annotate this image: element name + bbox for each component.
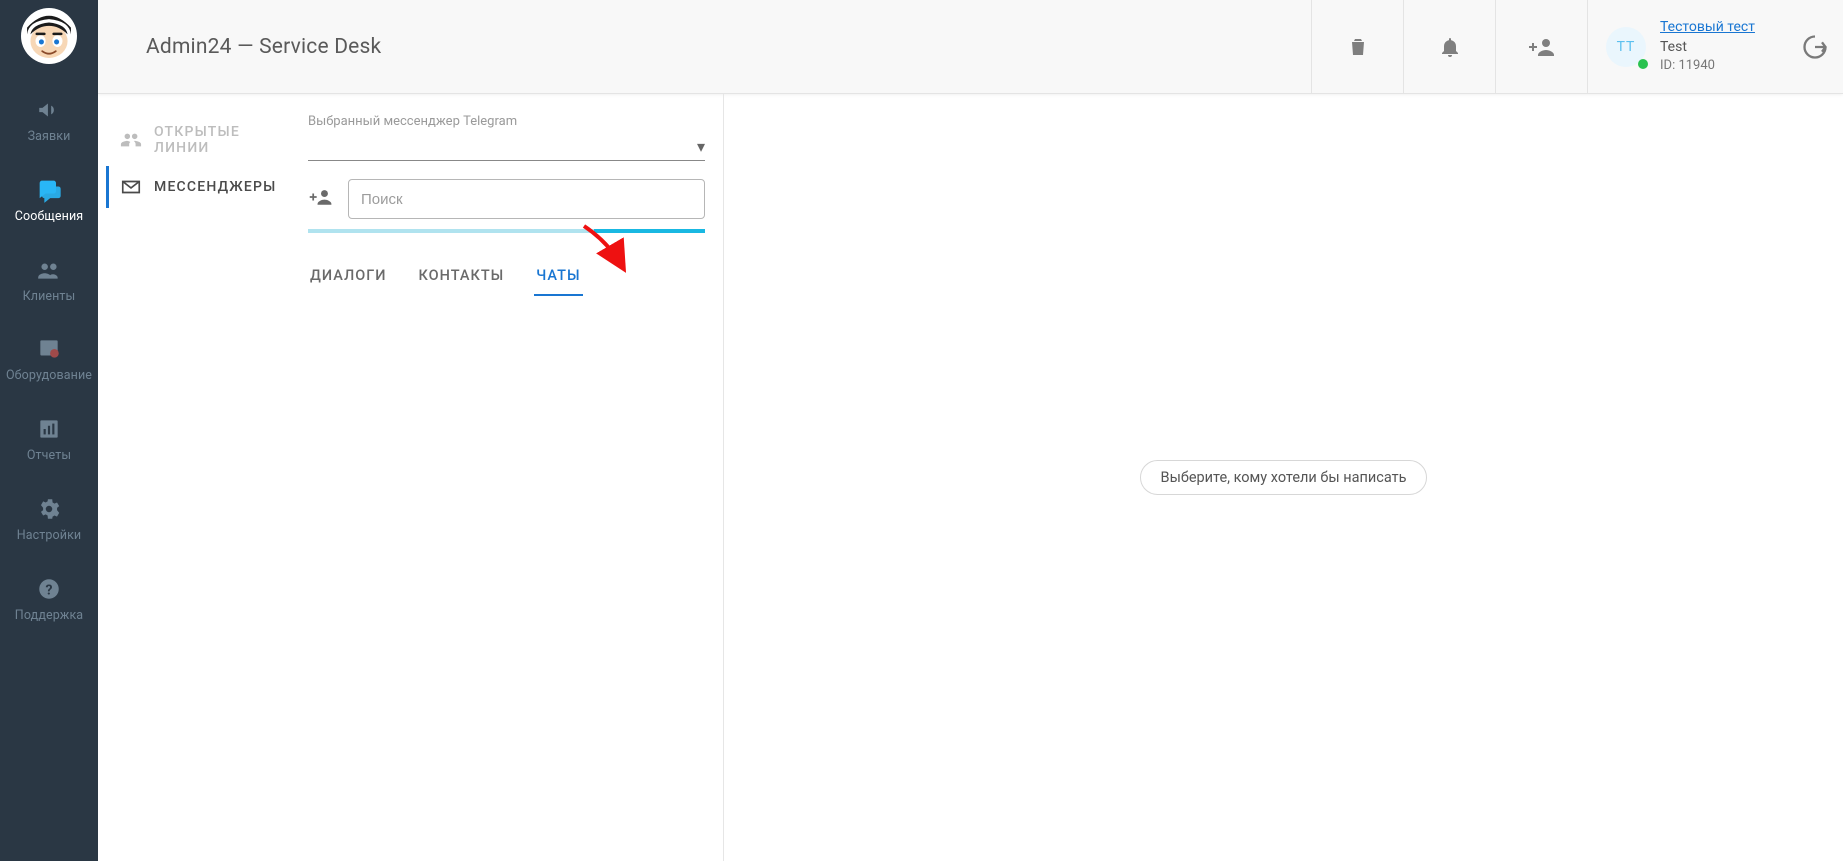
messenger-selector[interactable]: ▾ bbox=[308, 131, 705, 161]
channel-menu: ОТКРЫТЫЕ ЛИНИИ МЕССЕНДЖЕРЫ bbox=[98, 94, 308, 861]
add-user-button[interactable] bbox=[1495, 0, 1587, 94]
sidebar-item-label: Клиенты bbox=[23, 290, 76, 304]
search-input[interactable] bbox=[348, 179, 705, 219]
clients-icon bbox=[35, 256, 63, 284]
sidebar-item-clients[interactable]: Клиенты bbox=[0, 238, 98, 318]
avatar[interactable] bbox=[21, 8, 77, 64]
sidebar-item-label: Сообщения bbox=[15, 210, 83, 224]
add-contact-button[interactable] bbox=[308, 186, 334, 212]
svg-text:?: ? bbox=[45, 582, 52, 598]
channel-label: ОТКРЫТЫЕ ЛИНИИ bbox=[154, 124, 294, 156]
help-icon: ? bbox=[35, 575, 63, 603]
chat-area: Выберите, кому хотели бы написать bbox=[724, 94, 1843, 861]
user-avatar: ТТ bbox=[1606, 27, 1646, 67]
tab-chats[interactable]: ЧАТЫ bbox=[534, 261, 582, 296]
conversations-panel: Выбранный мессенджер Telegram ▾ ДИАЛОГИ … bbox=[308, 94, 724, 861]
loading-progress bbox=[308, 229, 705, 233]
gear-icon bbox=[35, 495, 63, 523]
sidebar-item-label: Отчеты bbox=[27, 449, 71, 463]
cartoon-face-icon bbox=[22, 9, 76, 63]
sidebar-item-label: Настройки bbox=[17, 529, 82, 543]
user-name-link[interactable]: Тестовый тест bbox=[1660, 17, 1755, 37]
online-status-dot bbox=[1638, 59, 1648, 69]
sidebar-item-tickets[interactable]: Заявки bbox=[0, 78, 98, 158]
sidebar-item-equipment[interactable]: Оборудование bbox=[0, 317, 98, 397]
person-add-icon bbox=[308, 186, 334, 208]
sidebar-item-settings[interactable]: Настройки bbox=[0, 477, 98, 557]
sidebar-item-messages[interactable]: Сообщения bbox=[0, 158, 98, 238]
chat-bubbles-icon bbox=[35, 176, 63, 204]
channel-label: МЕССЕНДЖЕРЫ bbox=[154, 179, 277, 195]
reports-icon bbox=[35, 415, 63, 443]
user-block[interactable]: ТТ Тестовый тест Test ID: 11940 bbox=[1587, 0, 1787, 94]
logout-button[interactable] bbox=[1787, 0, 1843, 94]
user-initials: ТТ bbox=[1617, 39, 1636, 55]
equipment-icon bbox=[35, 335, 63, 363]
person-add-icon bbox=[1527, 35, 1557, 59]
messenger-selector-label: Выбранный мессенджер Telegram bbox=[308, 114, 705, 131]
notifications-button[interactable] bbox=[1403, 0, 1495, 94]
delete-button[interactable] bbox=[1311, 0, 1403, 94]
header: Admin24 — Service Desk ТТ Тестовый тест … bbox=[98, 0, 1843, 94]
channel-messengers[interactable]: МЕССЕНДЖЕРЫ bbox=[106, 166, 308, 208]
user-company: Test bbox=[1660, 37, 1755, 57]
sidebar-item-label: Поддержка bbox=[15, 609, 83, 623]
sidebar-item-support[interactable]: ? Поддержка bbox=[0, 557, 98, 637]
sidebar: Заявки Сообщения Клиенты Оборудование От… bbox=[0, 0, 98, 861]
conversation-tabs: ДИАЛОГИ КОНТАКТЫ ЧАТЫ bbox=[308, 261, 705, 296]
channel-open-lines[interactable]: ОТКРЫТЫЕ ЛИНИИ bbox=[106, 114, 308, 166]
user-id: ID: 11940 bbox=[1660, 57, 1755, 76]
logout-icon bbox=[1801, 33, 1829, 61]
megaphone-icon bbox=[35, 96, 63, 124]
sidebar-item-reports[interactable]: Отчеты bbox=[0, 397, 98, 477]
user-text: Тестовый тест Test ID: 11940 bbox=[1660, 17, 1755, 76]
page-title: Admin24 — Service Desk bbox=[146, 35, 381, 59]
tab-dialogs[interactable]: ДИАЛОГИ bbox=[308, 261, 389, 296]
people-outline-icon bbox=[120, 129, 142, 151]
trash-icon bbox=[1346, 35, 1370, 59]
empty-state-chip: Выберите, кому хотели бы написать bbox=[1140, 460, 1428, 495]
bell-icon bbox=[1438, 35, 1462, 59]
sidebar-item-label: Оборудование bbox=[6, 369, 92, 383]
chevron-down-icon: ▾ bbox=[697, 137, 705, 156]
sidebar-item-label: Заявки bbox=[28, 130, 71, 144]
mail-outline-icon bbox=[120, 176, 142, 198]
tab-contacts[interactable]: КОНТАКТЫ bbox=[417, 261, 507, 296]
